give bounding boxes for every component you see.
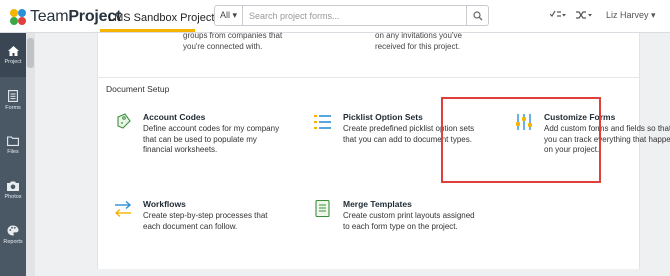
project-tab-indicator	[100, 29, 195, 32]
sidebar-item-reports[interactable]: Reports	[0, 213, 26, 257]
section-divider	[98, 77, 639, 78]
camera-icon	[7, 181, 19, 191]
desc-line: you're connected with.	[183, 42, 263, 51]
item-description: Define account codes for my company that…	[143, 124, 280, 154]
highlight-box	[441, 97, 601, 183]
scrollbar-thumb[interactable]	[27, 38, 34, 68]
home-icon	[7, 45, 19, 56]
sidebar-item-label: Forms	[5, 104, 21, 111]
desc-line: on any invitations you've	[375, 31, 462, 40]
logo-mark-icon	[10, 8, 27, 26]
desc-line: groups from companies that	[183, 31, 283, 40]
item-description: Create step-by-step processes that each …	[143, 211, 268, 231]
folder-icon	[7, 135, 19, 146]
item-title[interactable]: Merge Templates	[343, 199, 412, 209]
sidebar-item-label: Files	[7, 148, 19, 155]
item-title[interactable]: Workflows	[143, 199, 186, 209]
price-tag-icon	[117, 113, 131, 129]
previous-item-desc: on any invitations you've received for t…	[375, 30, 462, 52]
sidebar-item-project[interactable]: Project	[0, 33, 26, 77]
search-icon	[472, 10, 482, 20]
tasks-menu-button[interactable]	[549, 10, 566, 22]
sidebar-item-photos[interactable]: Photos	[0, 168, 26, 212]
projectteam-logo[interactable]: TeamProject	[10, 7, 121, 27]
template-icon	[315, 199, 330, 218]
item-description: Create custom print layouts assigned to …	[343, 211, 475, 231]
project-name: LMS Sandbox Project	[108, 12, 215, 24]
checklist-icon	[549, 10, 566, 17]
sidebar: Project Forms Files Photos Reports	[0, 33, 26, 276]
shuffle-icon	[576, 11, 592, 19]
item-title[interactable]: Account Codes	[143, 112, 205, 122]
palette-icon	[7, 225, 19, 236]
arrows-icon	[114, 200, 132, 218]
top-bar: TeamProject LMS Sandbox Project▾ All ▾ L…	[0, 0, 670, 33]
search-scope-dropdown[interactable]: All ▾	[215, 6, 243, 25]
project-selector[interactable]: LMS Sandbox Project▾	[108, 12, 218, 24]
sidebar-item-label: Photos	[4, 193, 22, 200]
sidebar-item-label: Project	[4, 58, 22, 65]
previous-item-desc: groups from companies that you're connec…	[183, 30, 282, 52]
desc-line: received for this project.	[375, 42, 460, 51]
switch-menu-button[interactable]	[576, 10, 592, 22]
list-icon	[314, 115, 331, 129]
search-button[interactable]	[466, 6, 488, 25]
section-title: Document Setup	[106, 84, 170, 94]
sidebar-item-forms[interactable]: Forms	[0, 78, 26, 122]
search-bar: All ▾	[214, 5, 489, 26]
sidebar-item-label: Reports	[3, 239, 23, 245]
document-icon	[8, 89, 18, 102]
user-menu[interactable]: Liz Harvey ▾	[606, 10, 656, 21]
item-title[interactable]: Picklist Option Sets	[343, 112, 423, 122]
sidebar-item-files[interactable]: Files	[0, 123, 26, 167]
search-input[interactable]	[243, 6, 466, 25]
sidebar-scrollbar[interactable]	[26, 33, 35, 276]
